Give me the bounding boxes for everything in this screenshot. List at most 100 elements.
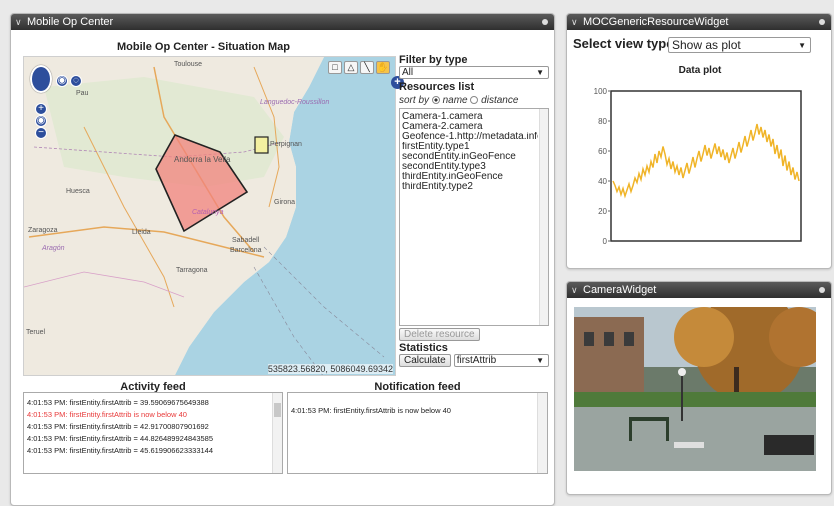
feed-scrollbar[interactable] — [272, 393, 282, 473]
resource-controls: Filter by type All ▼ Resources list sort… — [399, 54, 549, 367]
map-label-sabadell: Sabadell — [232, 237, 260, 244]
pan-hand-icon[interactable]: ✋ — [376, 61, 390, 74]
list-item[interactable]: secondEntity.inGeoFence — [402, 152, 538, 162]
list-item[interactable]: firstEntity.type1 — [402, 142, 538, 152]
panel-title: Mobile Op Center — [27, 16, 114, 28]
camera-scene — [574, 307, 816, 471]
zoom-in-icon[interactable]: + — [35, 103, 47, 115]
feed-line: 4:01:53 PM: firstEntity.firstAttrib = 44… — [27, 434, 214, 443]
mobile-op-center-panel: ∨ Mobile Op Center Mobile Op Center - Si… — [10, 13, 555, 506]
panel-title: CameraWidget — [583, 284, 657, 296]
chevron-down-icon: ▼ — [798, 41, 806, 50]
chevron-down-icon[interactable]: ∨ — [15, 14, 22, 30]
scrollbar-thumb[interactable] — [274, 403, 281, 417]
sort-by-row: sort by name distance — [399, 95, 549, 106]
list-item[interactable]: thirdEntity.type2 — [402, 182, 538, 192]
map-toolbar: □ △ ╲ ✋ — [328, 61, 390, 74]
sort-by-label: sort by — [399, 95, 430, 106]
situation-map[interactable]: Toulouse Pau Languedoc-Roussillon Perpig… — [23, 56, 396, 376]
panel-menu-icon[interactable] — [819, 287, 825, 293]
y-tick-label: 0 — [603, 237, 608, 246]
map-background — [24, 57, 395, 375]
mobile-op-header: ∨ Mobile Op Center — [11, 14, 554, 30]
map-nav-control[interactable] — [30, 65, 52, 93]
filter-label: Filter by type — [399, 54, 468, 66]
map-label-pau: Pau — [76, 90, 89, 97]
sort-distance-radio[interactable] — [470, 96, 479, 105]
pan-control-icon[interactable] — [30, 65, 52, 93]
zoom-world-icon[interactable]: ◉ — [56, 75, 68, 87]
chevron-down-icon[interactable]: ∨ — [571, 14, 578, 30]
plot-title: Data plot — [678, 65, 722, 76]
list-item[interactable]: Geofence-1.http://metadata.info/o — [402, 132, 538, 142]
notification-feed[interactable]: 4:01:53 PM: firstEntity.firstAttrib is n… — [287, 392, 548, 474]
attribute-select[interactable]: firstAttrib ▼ — [453, 354, 549, 367]
feed-scrollbar[interactable] — [537, 393, 547, 473]
view-type-value: Show as plot — [672, 38, 741, 52]
map-label-aragon: Aragón — [42, 245, 65, 252]
feed-line: 4:01:53 PM: firstEntity.firstAttrib is n… — [291, 406, 451, 415]
resource-widget-header: ∨ MOCGenericResourceWidget — [567, 14, 831, 30]
y-tick-label: 40 — [598, 177, 607, 186]
globe-icon[interactable]: ◌ — [70, 75, 82, 87]
sort-distance-label: distance — [481, 95, 519, 106]
y-tick-label: 100 — [594, 87, 608, 96]
resources-listbox[interactable]: Camera-1.camera Camera-2.camera Geofence… — [399, 108, 549, 326]
resources-label: Resources list — [399, 81, 475, 93]
map-coordinates: 535823.56820, 5086049.69342 — [267, 364, 393, 374]
list-item[interactable]: Camera-1.camera — [402, 112, 538, 122]
panel-title: MOCGenericResourceWidget — [583, 16, 729, 28]
view-type-label: Select view type — [573, 36, 674, 51]
draw-polygon-icon[interactable]: △ — [344, 61, 358, 74]
feed-line: 4:01:53 PM: firstEntity.firstAttrib = 39… — [27, 398, 209, 407]
filter-select[interactable]: All ▼ — [399, 66, 549, 79]
y-tick-label: 60 — [598, 147, 607, 156]
attribute-select-value: firstAttrib — [456, 355, 497, 366]
view-type-select[interactable]: Show as plot ▼ — [668, 37, 811, 53]
sort-name-label: name — [442, 95, 468, 106]
map-label-barcelona: Barcelona — [230, 247, 262, 254]
filter-select-value: All — [402, 67, 414, 78]
delete-resource-button[interactable]: Delete resource — [399, 328, 480, 341]
map-label-zaragoza: Zaragoza — [28, 227, 58, 234]
map-label-lleida: Lleida — [132, 229, 151, 236]
y-tick-label: 80 — [598, 117, 607, 126]
map-label-teruel: Teruel — [26, 329, 46, 336]
camera-marker[interactable] — [254, 136, 269, 154]
list-item[interactable]: secondEntity.type3 — [402, 162, 538, 172]
panel-menu-icon[interactable] — [819, 19, 825, 25]
data-plot: 0 20 40 60 80 100 — [594, 87, 802, 246]
chevron-down-icon: ▼ — [536, 68, 544, 77]
plot-frame — [610, 90, 802, 242]
list-scrollbar[interactable] — [539, 109, 548, 325]
zoom-slider-icon[interactable]: ◉ — [35, 115, 47, 127]
draw-line-icon[interactable]: ╲ — [360, 61, 374, 74]
sort-name-radio[interactable] — [431, 96, 440, 105]
map-label-catalunya: Catalunya — [192, 209, 224, 216]
feed-line-alert: 4:01:53 PM: firstEntity.firstAttrib is n… — [27, 410, 187, 419]
list-item[interactable]: Camera-2.camera — [402, 122, 538, 132]
feed-line: 4:01:53 PM: firstEntity.firstAttrib = 42… — [27, 422, 209, 431]
map-label-tarragona: Tarragona — [176, 267, 208, 274]
camera-image — [574, 307, 816, 471]
map-label-toulouse: Toulouse — [174, 61, 203, 68]
map-label-girona: Girona — [274, 199, 296, 206]
y-tick-label: 20 — [598, 207, 607, 216]
map-label-languedoc: Languedoc-Roussillon — [260, 99, 330, 106]
statistics-label: Statistics — [399, 342, 448, 354]
zoom-out-icon[interactable]: − — [35, 127, 47, 139]
map-label-huesca: Huesca — [66, 188, 90, 195]
map-title: Mobile Op Center - Situation Map — [117, 41, 290, 53]
map-label-perpignan: Perpignan — [270, 141, 302, 148]
list-item[interactable]: thirdEntity.inGeoFence — [402, 172, 538, 182]
map-label-andorra: Andorra la Vella — [174, 155, 231, 164]
chevron-down-icon: ▼ — [536, 356, 544, 365]
activity-feed[interactable]: 4:01:53 PM: firstEntity.firstAttrib = 39… — [23, 392, 283, 474]
calculate-button[interactable]: Calculate — [399, 354, 451, 367]
camera-widget: ∨ CameraWidget — [566, 281, 832, 495]
feed-line: 4:01:53 PM: firstEntity.firstAttrib = 45… — [27, 446, 214, 455]
generic-resource-widget: ∨ MOCGenericResourceWidget Select view t… — [566, 13, 832, 269]
draw-rectangle-icon[interactable]: □ — [328, 61, 342, 74]
chevron-down-icon[interactable]: ∨ — [571, 282, 578, 298]
panel-menu-icon[interactable] — [542, 19, 548, 25]
